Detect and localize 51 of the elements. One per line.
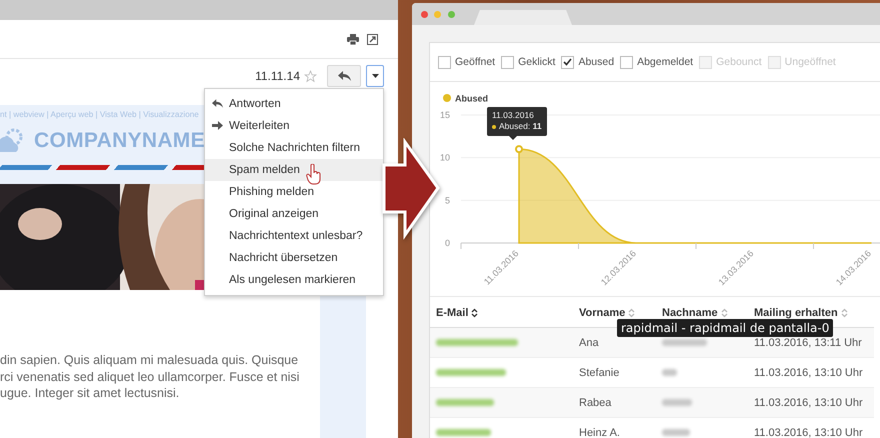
table-cell: Heinz A.: [573, 418, 656, 438]
table-cell: 11.03.2016, 13:10 Uhr: [748, 418, 874, 438]
menu-item[interactable]: Weiterleiten: [205, 115, 383, 137]
blurred-name: [662, 399, 692, 406]
table-cell: Rabea: [573, 388, 656, 418]
menu-item[interactable]: Antworten: [205, 93, 383, 115]
filter-checkbox[interactable]: Abused: [561, 56, 614, 68]
menu-item[interactable]: Nachricht übersetzen: [205, 247, 383, 269]
hover-tooltip: rapidmail - rapidmail de pantalla-0: [617, 319, 834, 337]
y-tick-label: 0: [444, 238, 450, 248]
blurred-email: [436, 369, 506, 376]
menu-item[interactable]: Original anzeigen: [205, 203, 383, 225]
y-tick-label: 10: [440, 152, 450, 163]
print-icon[interactable]: [347, 34, 359, 44]
filter-checkbox[interactable]: Geklickt: [501, 56, 556, 68]
blurred-email: [436, 429, 491, 436]
blurred-name: [662, 369, 677, 376]
zoom-dot-icon[interactable]: [448, 11, 455, 18]
forward-icon: [212, 121, 223, 130]
email-body-text: din sapien. Quis aliquam mi malesuada quis. Quisque rci venenatis sed aliquet leo ullamcorper. Fusce et nisi ugue. Integer sit amet lectusnisi.: [0, 352, 300, 402]
checkmark-icon: [563, 58, 572, 66]
more-dropdown-button[interactable]: [366, 65, 384, 87]
close-dot-icon[interactable]: [421, 11, 428, 18]
menu-item[interactable]: Spam melden: [205, 159, 383, 181]
menu-item[interactable]: Nachrichtentext unlesbar?: [205, 225, 383, 247]
blurred-name: [662, 339, 707, 346]
reply-icon: [338, 71, 350, 81]
hand-cursor-icon: [306, 164, 322, 185]
y-tick-label: 5: [444, 195, 450, 206]
legend-label[interactable]: Abused: [455, 94, 488, 104]
sort-icon[interactable]: [471, 308, 478, 318]
minimize-dot-icon[interactable]: [434, 11, 441, 18]
legend-dot: [443, 94, 451, 102]
menu-item[interactable]: Solche Nachrichten filtern: [205, 137, 383, 159]
message-date: 11.11.14: [255, 69, 300, 83]
star-icon[interactable]: [304, 70, 317, 82]
popout-icon[interactable]: [367, 34, 378, 44]
menu-item[interactable]: Als ungelesen markieren: [205, 269, 383, 291]
data-point[interactable]: [515, 145, 523, 154]
filter-checkbox[interactable]: Geöffnet: [438, 56, 496, 68]
filter-checkbox[interactable]: Abgemeldet: [620, 56, 694, 68]
table-cell: 11.03.2016, 13:10 Uhr: [748, 388, 874, 418]
browser-tab[interactable]: [474, 10, 572, 25]
reply-button[interactable]: [327, 65, 361, 87]
company-logo-text: COMPANYNAME: [34, 129, 205, 153]
reply-icon: [212, 99, 223, 108]
y-tick-label: 15: [440, 110, 450, 120]
blurred-email: [436, 399, 494, 406]
menu-item[interactable]: Phishing melden: [205, 181, 383, 203]
blurred-name: [662, 429, 690, 436]
caret-icon: [372, 74, 378, 78]
